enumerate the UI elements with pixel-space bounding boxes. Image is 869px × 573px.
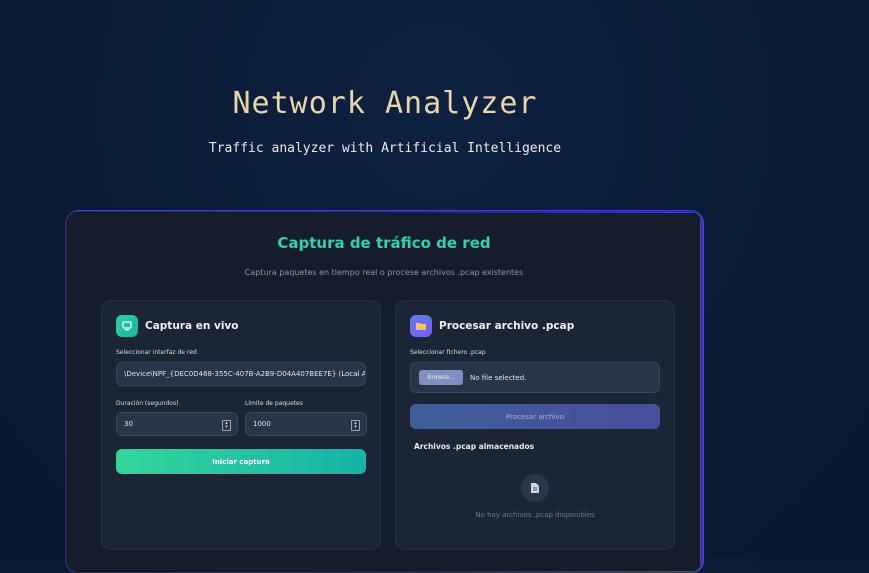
interface-select-value: \Device\NPF_{DEC0D468-355C-407B-A2B9-D04… <box>124 370 366 378</box>
packet-limit-input[interactable]: 1000 ▴ ▾ <box>245 412 367 436</box>
card-title: Captura de tráfico de red <box>277 234 491 252</box>
live-capture-panel: Captura en vivo Seleccionar interfaz de … <box>101 300 381 550</box>
packet-limit-stepper[interactable]: ▴ ▾ <box>351 420 360 431</box>
file-status: No file selected. <box>470 373 527 382</box>
empty-files-message: No hay archivos .pcap disponibles <box>475 511 595 519</box>
network-card-icon <box>116 315 138 337</box>
stored-files-title: Archivos .pcap almacenados <box>414 442 535 451</box>
duration-label: Duración (segundos) <box>116 400 179 407</box>
duration-stepper[interactable]: ▴ ▾ <box>222 420 231 431</box>
process-file-button[interactable]: Procesar archivo <box>410 404 660 429</box>
file-input[interactable]: Browse... No file selected. <box>410 362 660 393</box>
packet-limit-label: Límite de paquetes <box>245 400 303 407</box>
duration-input[interactable]: 30 ▴ ▾ <box>116 412 238 436</box>
document-icon <box>521 474 549 502</box>
interface-label: Seleccionar interfaz de red <box>116 349 197 356</box>
interface-select[interactable]: \Device\NPF_{DEC0D468-355C-407B-A2B9-D04… <box>116 362 366 386</box>
card-description: Captura paquetes en tiempo real o proces… <box>244 268 524 277</box>
pcap-panel: Procesar archivo .pcap Seleccionar fiche… <box>395 300 675 550</box>
packet-limit-value: 1000 <box>253 420 271 428</box>
capture-card: Captura de tráfico de red Captura paquet… <box>66 211 702 573</box>
live-panel-title: Captura en vivo <box>145 320 239 332</box>
pcap-panel-title: Procesar archivo .pcap <box>439 320 575 332</box>
chevron-down-icon: ⌄ <box>354 369 360 377</box>
duration-value: 30 <box>124 420 133 428</box>
browse-button[interactable]: Browse... <box>419 370 463 385</box>
start-capture-button[interactable]: Iniciar captura <box>116 449 366 474</box>
file-label: Seleccionar fichero .pcap <box>410 349 486 356</box>
page-title: Network Analyzer <box>232 86 538 121</box>
folder-icon <box>410 315 432 337</box>
page-subtitle: Traffic analyzer with Artificial Intelli… <box>208 141 562 156</box>
